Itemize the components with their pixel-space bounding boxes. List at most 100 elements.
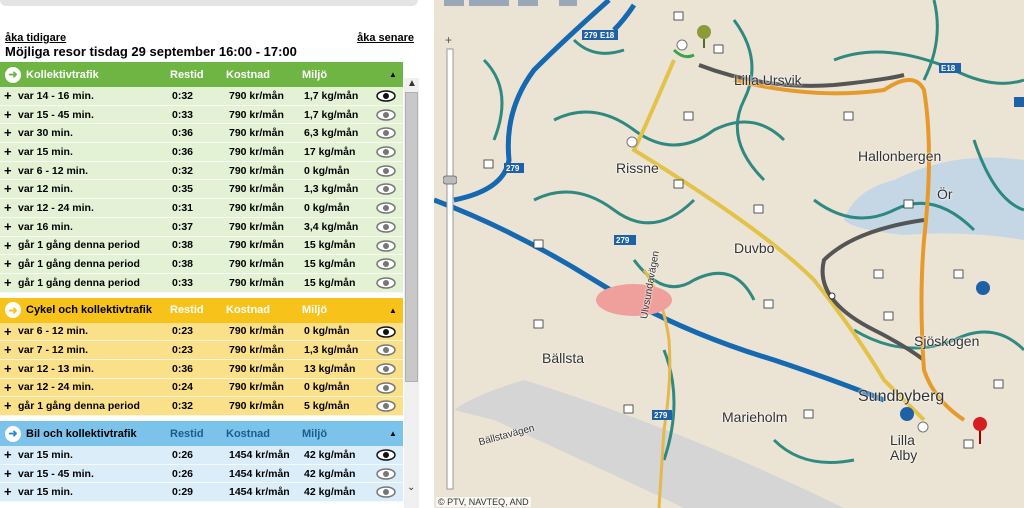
expand-icon[interactable]: + <box>4 237 12 255</box>
expand-icon[interactable]: + <box>4 87 12 105</box>
trip-row[interactable]: + går 1 gång denna period 0:33 790 kr/mån 15… <box>0 273 403 293</box>
expand-icon[interactable]: + <box>4 218 12 236</box>
cost: 790 kr/mån <box>229 127 284 140</box>
trip-list: ➜ Kollektivtrafik Restid Kostnad Miljö ▲… <box>0 62 403 508</box>
group-header[interactable]: ➜ Bil och kollektivtrafik Restid Kostnad… <box>0 421 403 446</box>
frequency: var 15 min. <box>18 145 73 158</box>
col-miljo: Miljö <box>302 427 328 440</box>
group-header[interactable]: ➜ Kollektivtrafik Restid Kostnad Miljö ▲ <box>0 62 403 87</box>
eye-icon[interactable] <box>376 325 396 338</box>
eye-icon[interactable] <box>376 183 396 196</box>
cost: 790 kr/mån <box>229 108 284 121</box>
eye-icon[interactable] <box>376 108 396 121</box>
travel-time: 0:33 <box>172 276 194 289</box>
eye-icon[interactable] <box>376 486 396 499</box>
trip-row[interactable]: + var 12 - 24 min. 0:31 790 kr/mån 0 kg/mån <box>0 199 403 218</box>
eye-icon[interactable] <box>376 202 396 214</box>
expand-icon[interactable]: + <box>4 465 12 483</box>
eye-icon[interactable] <box>376 400 396 413</box>
trip-row[interactable]: + var 15 min. 0:36 790 kr/mån 17 kg/mån <box>0 143 403 162</box>
trip-row[interactable]: + var 15 min. 0:26 1454 kr/mån 42 kg/mån <box>0 446 403 465</box>
cost: 790 kr/mån <box>229 145 284 158</box>
expand-icon[interactable]: + <box>4 124 12 142</box>
trip-row[interactable]: + var 6 - 12 min. 0:23 790 kr/mån 0 kg/mån <box>0 322 403 342</box>
expand-icon[interactable]: + <box>4 341 12 359</box>
expand-icon[interactable]: + <box>4 143 12 161</box>
travel-time: 0:31 <box>172 201 194 214</box>
trip-row[interactable]: + var 15 - 45 min. 0:33 790 kr/mån 1,7 kg/må… <box>0 105 403 125</box>
emissions: 1,7 kg/mån <box>304 108 359 121</box>
trip-row[interactable]: + var 14 - 16 min. 0:32 790 kr/mån 1,7 kg/må… <box>0 87 403 106</box>
scroll-down-icon[interactable]: ⌄ <box>407 482 415 493</box>
eye-icon[interactable] <box>376 127 396 140</box>
eye-icon[interactable] <box>376 239 396 252</box>
group-cykel: ➜ Cykel och kollektivtrafik Restid Kostn… <box>0 297 403 416</box>
later-link[interactable]: åka senare <box>357 32 414 44</box>
cost: 790 kr/mån <box>229 201 284 214</box>
trip-row[interactable]: + var 12 - 24 min. 0:24 790 kr/mån 0 kg/mån <box>0 378 403 398</box>
trip-row[interactable]: + var 16 min. 0:37 790 kr/mån 3,4 kg/mån <box>0 217 403 237</box>
expand-icon[interactable]: + <box>4 106 12 124</box>
eye-icon[interactable] <box>376 90 396 102</box>
cost: 790 kr/mån <box>229 400 284 413</box>
results-panel: åka tidigare åka senare Möjliga resor ti… <box>0 0 420 508</box>
trip-row[interactable]: + var 30 min. 0:36 790 kr/mån 6,3 kg/mån <box>0 124 403 144</box>
emissions: 1,3 kg/mån <box>304 344 359 357</box>
eye-icon[interactable] <box>376 277 396 289</box>
eye-icon[interactable] <box>376 221 396 233</box>
eye-icon[interactable] <box>376 344 396 356</box>
collapse-icon[interactable]: ▲ <box>389 429 397 438</box>
cost: 790 kr/mån <box>229 362 284 375</box>
scroll-thumb[interactable] <box>405 92 418 382</box>
expand-icon[interactable]: + <box>4 397 12 415</box>
emissions: 15 kg/mån <box>304 258 356 271</box>
group-title: Bil och kollektivtrafik <box>26 427 137 440</box>
emissions: 17 kg/mån <box>304 145 356 158</box>
trip-row[interactable]: + går 1 gång denna period 0:38 790 kr/mån 15… <box>0 255 403 274</box>
travel-time: 0:23 <box>172 325 194 338</box>
trip-row[interactable]: + går 1 gång denna period 0:32 790 kr/mån 5 … <box>0 397 403 416</box>
expand-icon[interactable]: + <box>4 199 12 217</box>
collapse-icon[interactable]: ▲ <box>389 70 397 79</box>
expand-icon[interactable]: + <box>4 323 12 341</box>
expand-icon[interactable]: + <box>4 483 12 501</box>
cost: 790 kr/mån <box>229 183 284 196</box>
eye-icon[interactable] <box>376 381 396 394</box>
expand-icon[interactable]: + <box>4 360 12 378</box>
expand-icon[interactable]: + <box>4 379 12 397</box>
expand-icon[interactable]: + <box>4 446 12 464</box>
trip-row[interactable]: + går 1 gång denna period 0:38 790 kr/mån 15… <box>0 236 403 256</box>
svg-text:E18: E18 <box>600 31 615 40</box>
trip-row[interactable]: + var 6 - 12 min. 0:32 790 kr/mån 0 kg/mån <box>0 161 403 181</box>
eye-icon[interactable] <box>376 165 396 177</box>
travel-time: 0:32 <box>172 89 194 102</box>
expand-icon[interactable]: + <box>4 255 12 273</box>
col-miljo: Miljö <box>302 304 328 317</box>
zoom-slider[interactable]: + <box>442 33 458 503</box>
scroll-up-icon[interactable]: ▲ <box>407 78 417 89</box>
collapse-icon[interactable]: ▲ <box>389 306 397 315</box>
expand-icon[interactable]: + <box>4 180 12 198</box>
cost: 1454 kr/mån <box>229 486 290 499</box>
trip-row[interactable]: + var 7 - 12 min. 0:23 790 kr/mån 1,3 kg/mån <box>0 341 403 360</box>
trip-row[interactable]: + var 12 min. 0:35 790 kr/mån 1,3 kg/mån <box>0 180 403 200</box>
earlier-link[interactable]: åka tidigare <box>5 32 66 44</box>
trip-row[interactable]: + var 12 - 13 min. 0:36 790 kr/mån 13 kg/mån <box>0 359 403 379</box>
expand-icon[interactable]: + <box>4 274 12 292</box>
frequency: går 1 gång denna period <box>18 239 140 252</box>
eye-icon[interactable] <box>376 449 396 461</box>
trip-row[interactable]: + var 15 min. 0:29 1454 kr/mån 42 kg/mån <box>0 483 403 503</box>
scrollbar[interactable]: ▲ ⌄ <box>404 78 419 508</box>
trip-row[interactable]: + var 15 - 45 min. 0:26 1454 kr/mån 42 kg/må… <box>0 464 403 484</box>
eye-icon[interactable] <box>376 467 396 480</box>
place-label: Hallonbergen <box>858 148 942 164</box>
group-header[interactable]: ➜ Cykel och kollektivtrafik Restid Kostn… <box>0 297 403 323</box>
eye-icon[interactable] <box>376 363 396 375</box>
eye-icon[interactable] <box>376 258 396 270</box>
frequency: var 12 - 24 min. <box>18 381 94 394</box>
expand-icon[interactable]: + <box>4 162 12 180</box>
eye-icon[interactable] <box>376 146 396 158</box>
emissions: 5 kg/mån <box>304 400 350 413</box>
emissions: 3,4 kg/mån <box>304 220 359 233</box>
map[interactable]: 279 E18 279 279 279 E18 Lilla Ursvik Rissne… <box>434 0 1024 508</box>
